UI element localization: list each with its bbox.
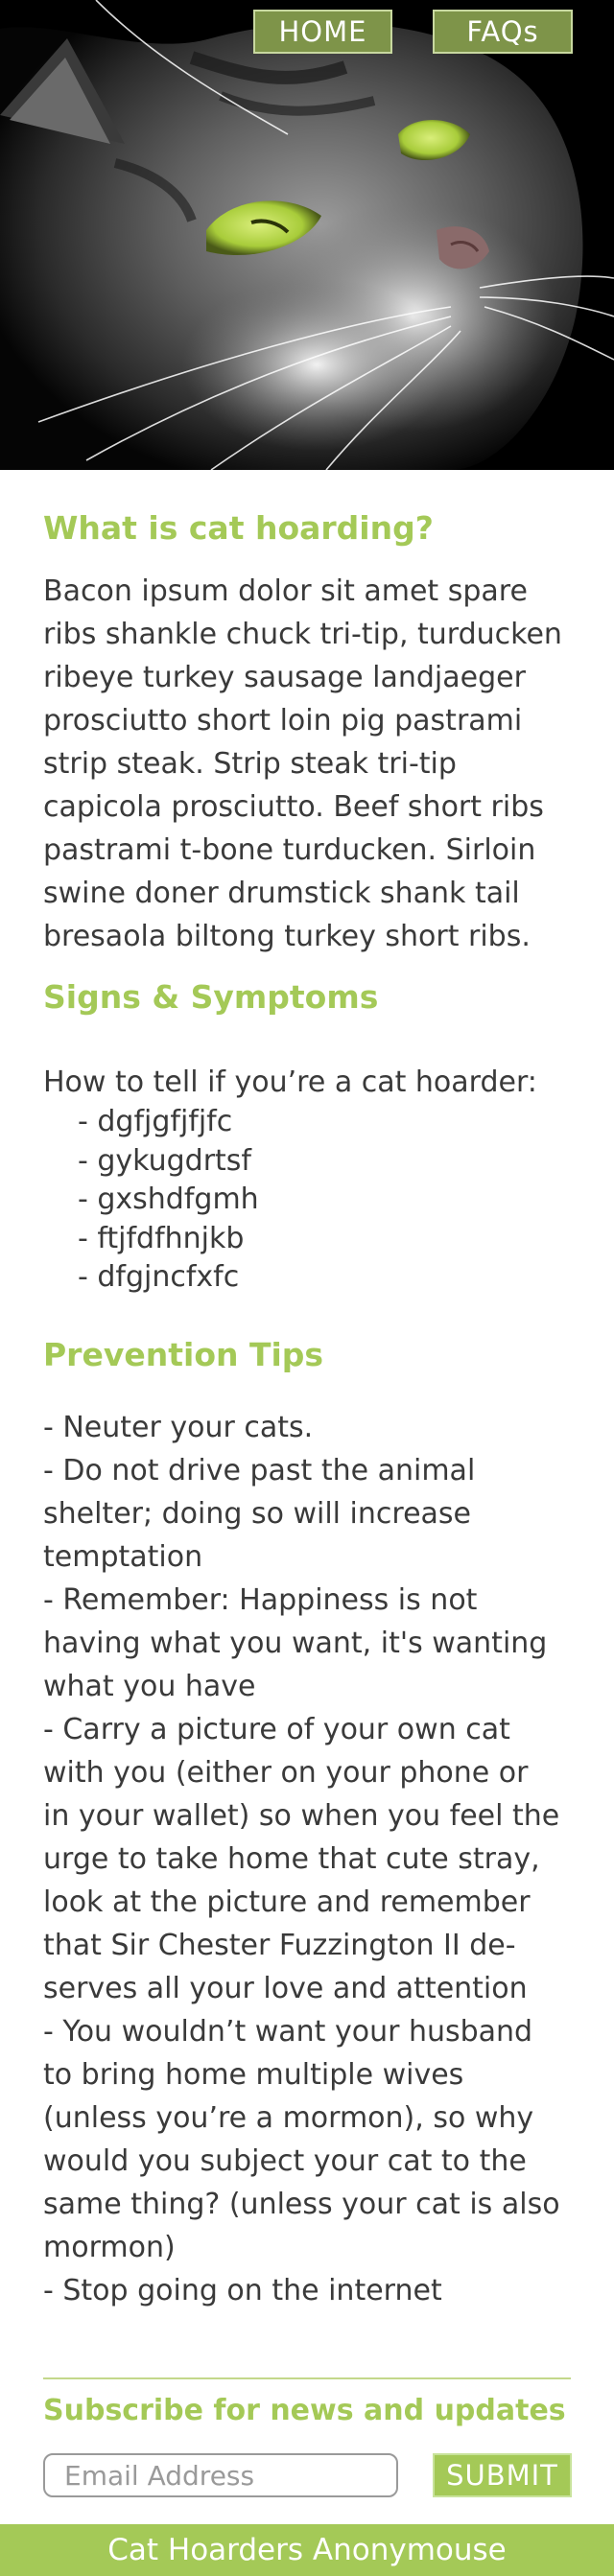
paragraph-line: capicola prosciutto. Beef short ribs xyxy=(43,790,544,824)
subscribe-title: Subscribe for news and updates xyxy=(43,2394,566,2427)
hero-cat-image: HOME FAQs xyxy=(0,0,614,470)
section-title-prevention-tips: Prevention Tips xyxy=(43,1336,324,1373)
tip-line: temptation xyxy=(43,1540,203,1574)
footer-text: Cat Hoarders Anonymouse xyxy=(107,2533,507,2567)
paragraph-line: ribeye turkey sausage landjaeger xyxy=(43,661,526,694)
tip-line: mormon) xyxy=(43,2231,176,2264)
list-item: - gykugdrtsf xyxy=(78,1143,251,1178)
section-title-signs-symptoms: Signs & Symptoms xyxy=(43,978,379,1016)
tip-line: having what you want, it's wanting xyxy=(43,1627,548,1660)
paragraph-line: Bacon ipsum dolor sit amet spare xyxy=(43,574,528,608)
list-item: - ftjfdfhnjkb xyxy=(78,1221,245,1255)
faqs-button-label: FAQs xyxy=(466,15,539,48)
email-input[interactable] xyxy=(43,2453,398,2497)
home-button-label: HOME xyxy=(278,15,367,48)
tip-line: that Sir Chester Fuzzington II de- xyxy=(43,1929,516,1962)
paragraph-line: swine doner drumstick shank tail xyxy=(43,877,520,910)
list-item: - dgfjgfjfjfc xyxy=(78,1105,233,1138)
prevention-tips-text: - Neuter your cats. - Do not drive past … xyxy=(43,1406,580,2312)
tip-line: same thing? (unless your cat is also xyxy=(43,2188,560,2221)
divider xyxy=(43,2377,571,2379)
tip-line: - Remember: Happiness is not xyxy=(43,1583,478,1617)
tip-line: - Stop going on the internet xyxy=(43,2274,442,2307)
paragraph-line: strip steak. Strip steak tri-tip xyxy=(43,747,457,781)
tip-line: (unless you’re a mormon), so why xyxy=(43,2101,534,2135)
section-what-is-cat-hoarding-text: Bacon ipsum dolor sit amet spare ribs sh… xyxy=(43,570,580,958)
tip-line: - Carry a picture of your own cat xyxy=(43,1713,510,1746)
tip-line: to bring home multiple wives xyxy=(43,2058,464,2092)
tip-line: - Do not drive past the animal xyxy=(43,1454,476,1487)
faqs-button[interactable]: FAQs xyxy=(433,10,573,54)
paragraph-line: pastrami t-bone turducken. Sirloin xyxy=(43,833,536,867)
signs-list: - dgfjgfjfjfc - gykugdrtsf - gxshdfgmh -… xyxy=(43,1103,580,1298)
tip-line: in your wallet) so when you feel the xyxy=(43,1799,560,1833)
list-item: - gxshdfgmh xyxy=(78,1183,259,1216)
tip-line: would you subject your cat to the xyxy=(43,2144,527,2178)
paragraph-line: ribs shankle chuck tri-tip, turducken xyxy=(43,618,562,651)
tip-line: what you have xyxy=(43,1670,256,1703)
tip-line: shelter; doing so will increase xyxy=(43,1497,472,1531)
tip-line: with you (either on your phone or xyxy=(43,1756,529,1790)
tip-line: - You wouldn’t want your husband xyxy=(43,2015,533,2049)
submit-button-label: SUBMIT xyxy=(446,2459,558,2492)
tip-line: urge to take home that cute stray, xyxy=(43,1842,540,1876)
tip-line: serves all your love and attention xyxy=(43,1972,528,2005)
submit-button[interactable]: SUBMIT xyxy=(433,2453,572,2497)
paragraph-line: bresaola biltong turkey short ribs. xyxy=(43,920,531,953)
cat-photo xyxy=(0,0,614,470)
home-button[interactable]: HOME xyxy=(253,10,392,54)
paragraph-line: prosciutto short loin pig pastrami xyxy=(43,704,523,738)
tip-line: - Neuter your cats. xyxy=(43,1411,314,1444)
footer: Cat Hoarders Anonymouse xyxy=(0,2524,614,2576)
list-item: - dfgjncfxfc xyxy=(78,1260,240,1294)
section-title-what-is-cat-hoarding: What is cat hoarding? xyxy=(43,509,434,547)
tip-line: look at the picture and remember xyxy=(43,1885,531,1919)
signs-intro: How to tell if you’re a cat hoarder: xyxy=(43,1066,537,1099)
